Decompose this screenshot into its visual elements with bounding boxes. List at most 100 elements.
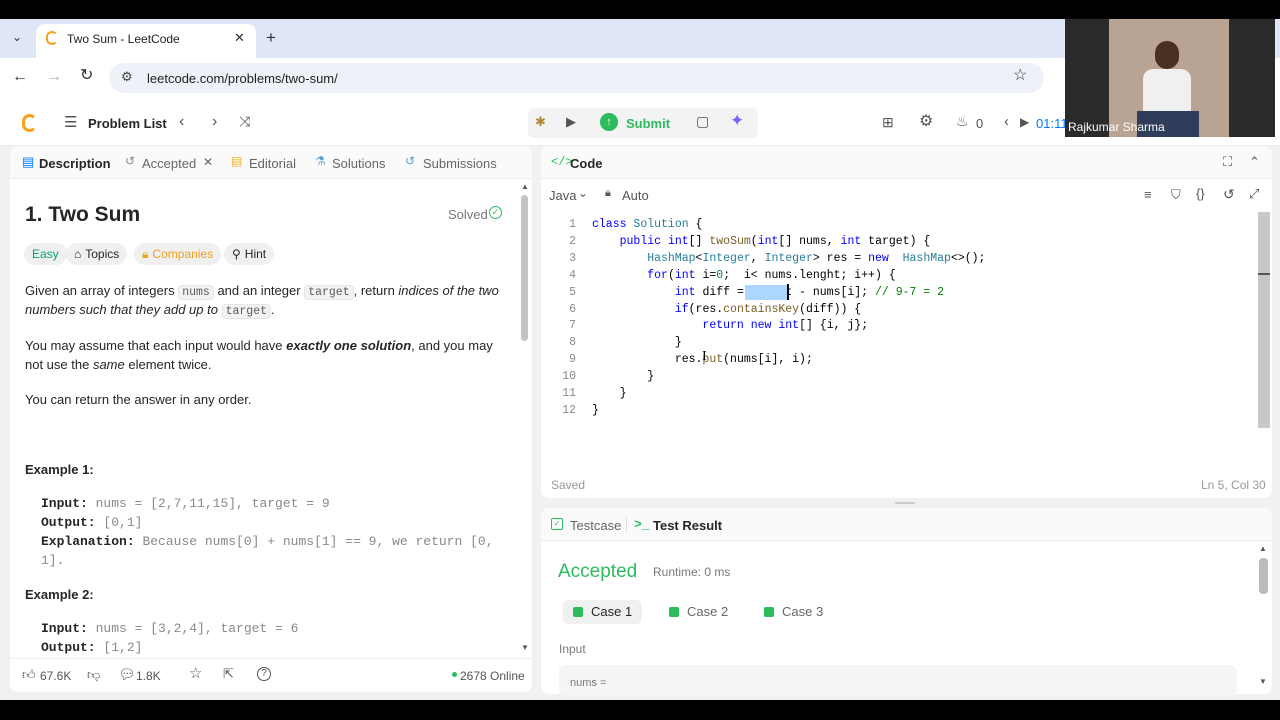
timer-play-icon[interactable]: ▶ bbox=[1020, 116, 1029, 128]
label: Input: bbox=[41, 621, 88, 636]
code-line[interactable]: } bbox=[592, 387, 627, 400]
prev-problem-icon[interactable]: ‹ bbox=[179, 114, 184, 130]
run-play-icon[interactable]: ▶ bbox=[566, 115, 576, 128]
desc-text: , return bbox=[353, 283, 395, 298]
case-2-tab[interactable]: Case 2 bbox=[659, 600, 738, 624]
code-line[interactable]: if(res.containsKey(diff)) { bbox=[592, 303, 861, 316]
hint-tag[interactable]: ⚲ Hint bbox=[224, 243, 275, 265]
chevron-down-icon[interactable]: ⌄ bbox=[578, 187, 588, 199]
desc-text: You may assume that each input would hav… bbox=[25, 338, 283, 353]
close-accepted-tab-icon[interactable]: ✕ bbox=[203, 156, 213, 168]
tab-submissions[interactable]: Submissions bbox=[423, 156, 497, 171]
problem-list-icon[interactable]: ☰ bbox=[64, 115, 77, 130]
braces-icon[interactable]: {} bbox=[1196, 187, 1205, 200]
example-1-block: Input: nums = [2,7,11,15], target = 9 Ou… bbox=[41, 494, 511, 570]
difficulty-badge[interactable]: Easy bbox=[24, 243, 67, 265]
code-line[interactable]: return new int[] {i, j}; bbox=[592, 319, 868, 332]
layout-icon[interactable]: ⊞ bbox=[882, 115, 894, 129]
case-check-icon bbox=[764, 606, 774, 617]
site-info-icon[interactable]: ⚙ bbox=[121, 70, 133, 83]
bookmark-icon[interactable]: ⛉ bbox=[1171, 188, 1181, 201]
screen-bottom-bar bbox=[0, 700, 1280, 720]
fullscreen-icon[interactable]: ⛶ bbox=[1223, 155, 1232, 168]
tab-search-icon[interactable]: ⌄ bbox=[12, 31, 22, 43]
resize-handle[interactable] bbox=[895, 502, 915, 504]
webcam-name-label: Rajkumar Sharma bbox=[1068, 120, 1165, 134]
case-check-icon bbox=[669, 606, 679, 617]
collapse-icon[interactable]: ⌃ bbox=[1249, 155, 1260, 168]
tab-solutions[interactable]: Solutions bbox=[332, 156, 385, 171]
favorite-star-icon[interactable]: ☆ bbox=[189, 666, 202, 681]
label: Input: bbox=[41, 496, 88, 511]
case-1-tab[interactable]: Case 1 bbox=[563, 600, 643, 624]
shuffle-icon[interactable]: ⤨ bbox=[239, 114, 250, 128]
problem-list-link[interactable]: Problem List bbox=[88, 116, 167, 131]
left-scrollbar-thumb[interactable] bbox=[521, 195, 528, 341]
line-number: 9 bbox=[569, 353, 576, 367]
url-text[interactable]: leetcode.com/problems/two-sum/ bbox=[147, 71, 338, 86]
solved-check-icon: ✓ bbox=[489, 206, 502, 219]
share-icon[interactable]: ⇱ bbox=[223, 667, 234, 680]
tab-testcase[interactable]: Testcase bbox=[570, 518, 621, 533]
ai-sparkle-icon[interactable]: ✦ bbox=[730, 112, 744, 129]
comment-icon[interactable]: 💬︎ bbox=[118, 667, 136, 681]
example-2-block: Input: nums = [3,2,4], target = 6 Output… bbox=[41, 619, 511, 657]
code-line[interactable]: class Solution { bbox=[592, 218, 702, 231]
tab-close-icon[interactable]: ✕ bbox=[234, 31, 245, 44]
settings-gear-icon[interactable]: ⚙ bbox=[919, 114, 933, 130]
submit-cloud-icon[interactable]: ↑ bbox=[600, 113, 618, 131]
tab-description[interactable]: Description bbox=[39, 156, 111, 171]
timer-prev-icon[interactable]: ‹ bbox=[1004, 114, 1009, 129]
hint-label: Hint bbox=[244, 247, 267, 261]
reload-icon[interactable]: ↻ bbox=[80, 68, 93, 84]
help-icon[interactable]: ? bbox=[257, 667, 271, 681]
reset-icon[interactable]: ↺ bbox=[1223, 187, 1235, 201]
input-label: Input bbox=[559, 642, 586, 656]
scroll-up-icon[interactable]: ▲ bbox=[521, 183, 529, 191]
comments-count[interactable]: 1.8K bbox=[136, 669, 161, 683]
online-dot bbox=[452, 672, 457, 677]
notes-icon[interactable]: ▢ bbox=[696, 114, 709, 128]
thumbs-down-icon[interactable]: 👎︎ bbox=[87, 668, 100, 681]
submit-button[interactable]: Submit bbox=[626, 116, 670, 131]
accepted-tab-icon: ↺ bbox=[125, 154, 136, 168]
companies-tag[interactable]: 🔒︎ Companies bbox=[134, 243, 222, 265]
streak-fire-icon[interactable]: ♨ bbox=[956, 114, 969, 128]
line-number: 12 bbox=[562, 403, 576, 417]
bookmark-star-icon[interactable]: ☆ bbox=[1013, 68, 1027, 84]
likes-count[interactable]: 67.6K bbox=[40, 669, 71, 683]
line-number: 3 bbox=[569, 251, 576, 265]
code-line[interactable]: } bbox=[592, 404, 599, 417]
result-scrollbar-thumb[interactable] bbox=[1259, 558, 1268, 594]
result-header bbox=[541, 508, 1272, 541]
topics-tag[interactable]: ⌂ Topics bbox=[66, 243, 128, 265]
expand-icon[interactable]: ⤢ bbox=[1249, 187, 1259, 200]
tab-accepted[interactable]: Accepted bbox=[142, 156, 196, 171]
case-3-tab[interactable]: Case 3 bbox=[754, 600, 833, 624]
code-line[interactable]: } bbox=[592, 370, 654, 383]
forward-arrow-icon[interactable]: → bbox=[46, 69, 62, 85]
result-scroll-down-icon[interactable]: ▼ bbox=[1259, 678, 1267, 686]
next-problem-icon[interactable]: › bbox=[212, 114, 217, 130]
tab-test-result[interactable]: Test Result bbox=[653, 518, 722, 533]
description-line-2: numbers such that they add up to target. bbox=[25, 302, 275, 319]
code-line[interactable]: } bbox=[592, 336, 682, 349]
code-line[interactable]: for(int i=0; i< nums.lenght; i++) { bbox=[592, 269, 896, 282]
line-number: 8 bbox=[569, 336, 576, 350]
code-line[interactable]: public int[] twoSum(int[] nums, int targ… bbox=[592, 235, 931, 248]
debug-icon[interactable]: ✱ bbox=[535, 115, 546, 128]
input-value-box bbox=[559, 665, 1237, 695]
scroll-down-icon[interactable]: ▼ bbox=[521, 644, 529, 652]
description-line-5: You can return the answer in any order. bbox=[25, 392, 252, 407]
tab-editorial[interactable]: Editorial bbox=[249, 156, 296, 171]
language-select[interactable]: Java bbox=[549, 188, 576, 203]
format-icon[interactable]: ≡ bbox=[1144, 188, 1152, 201]
thumbs-up-icon[interactable]: 👍︎ bbox=[22, 668, 36, 681]
code-scrollbar-thumb[interactable] bbox=[1258, 212, 1270, 428]
back-arrow-icon[interactable]: ← bbox=[12, 69, 28, 85]
leetcode-logo-icon[interactable] bbox=[22, 114, 37, 132]
new-tab-icon[interactable]: + bbox=[266, 29, 276, 46]
auto-mode-label[interactable]: Auto bbox=[622, 188, 649, 203]
code-line[interactable]: HashMap<Integer, Integer> res = new Hash… bbox=[592, 252, 985, 265]
result-scroll-up-icon[interactable]: ▲ bbox=[1259, 545, 1267, 553]
